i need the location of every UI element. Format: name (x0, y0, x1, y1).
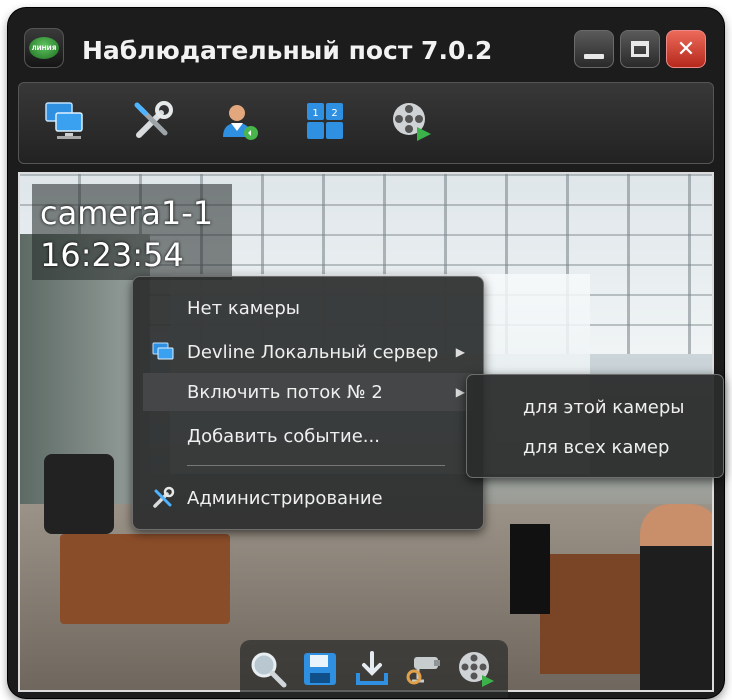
playback-film-icon (393, 103, 431, 141)
scene-monitor (510, 524, 550, 614)
context-menu: Нет камеры Devline Локальный сервер ▶ Вк… (132, 276, 484, 530)
menu-item-enable-stream-2[interactable]: Включить поток № 2 ▶ (143, 373, 473, 411)
submenu-arrow-icon: ▶ (455, 385, 465, 399)
app-logo: ЛИНИЯ (24, 28, 64, 68)
close-icon: ✕ (676, 36, 696, 62)
playback-toolbar (240, 640, 508, 698)
playback-film-icon (459, 652, 494, 687)
minimize-button[interactable] (574, 30, 614, 68)
tools-icon (151, 486, 175, 510)
camera-name: camera1-1 (40, 194, 214, 232)
window-title: Наблюдательный пост 7.0.2 (82, 36, 493, 65)
ptz-button[interactable] (402, 646, 446, 692)
minimize-icon (584, 53, 604, 59)
scene-chair (44, 454, 114, 534)
export-icon (356, 651, 388, 685)
menu-item-local-server[interactable]: Devline Локальный сервер ▶ (143, 333, 473, 371)
layout-grid-icon: 1 2 (307, 103, 343, 139)
ptz-camera-icon (406, 657, 440, 685)
scene-person (640, 504, 712, 690)
layout-button[interactable]: 1 2 (301, 97, 349, 145)
submenu-item-all-cameras[interactable]: для всех камер (467, 429, 723, 465)
servers-icon (45, 102, 83, 139)
submenu-arrow-icon: ▶ (455, 345, 465, 359)
playback-button[interactable] (387, 97, 435, 145)
scene-desk (60, 534, 230, 624)
server-icon (151, 340, 175, 364)
playback-mode-button[interactable] (454, 646, 498, 692)
stream-submenu: для этой камеры для всех камер (466, 374, 724, 478)
submenu-item-label: для этой камеры (523, 396, 685, 418)
menu-item-label: Добавить событие... (187, 425, 380, 447)
user-switch-icon (223, 105, 258, 140)
menu-item-no-camera[interactable]: Нет камеры (143, 289, 473, 327)
servers-button[interactable] (41, 97, 89, 145)
menu-item-label: Нет камеры (187, 297, 301, 319)
save-icon (304, 653, 336, 685)
zoom-button[interactable] (246, 646, 290, 692)
title-bar[interactable]: ЛИНИЯ Наблюдательный пост 7.0.2 ✕ (8, 8, 724, 82)
svg-text:2: 2 (331, 108, 337, 119)
submenu-item-label: для всех камер (523, 436, 670, 458)
menu-item-label: Администрирование (187, 487, 383, 509)
logo-disc: ЛИНИЯ (29, 37, 59, 59)
camera-time: 16:23:54 (40, 236, 184, 274)
svg-text:1: 1 (312, 108, 318, 119)
save-button[interactable] (298, 646, 342, 692)
menu-item-administration[interactable]: Администрирование (143, 479, 473, 517)
zoom-icon (251, 652, 287, 688)
settings-button[interactable] (129, 97, 177, 145)
maximize-button[interactable] (620, 30, 660, 68)
main-toolbar: 1 2 (18, 82, 714, 164)
close-button[interactable]: ✕ (666, 30, 706, 68)
maximize-icon (631, 41, 649, 57)
menu-item-label: Включить поток № 2 (187, 381, 383, 403)
menu-item-label: Devline Локальный сервер (187, 341, 439, 363)
menu-separator (187, 465, 445, 466)
menu-item-add-event[interactable]: Добавить событие... (143, 417, 473, 455)
user-switch-button[interactable] (215, 97, 263, 145)
submenu-item-this-camera[interactable]: для этой камеры (467, 389, 723, 425)
settings-tools-icon (134, 101, 173, 138)
export-button[interactable] (350, 646, 394, 692)
